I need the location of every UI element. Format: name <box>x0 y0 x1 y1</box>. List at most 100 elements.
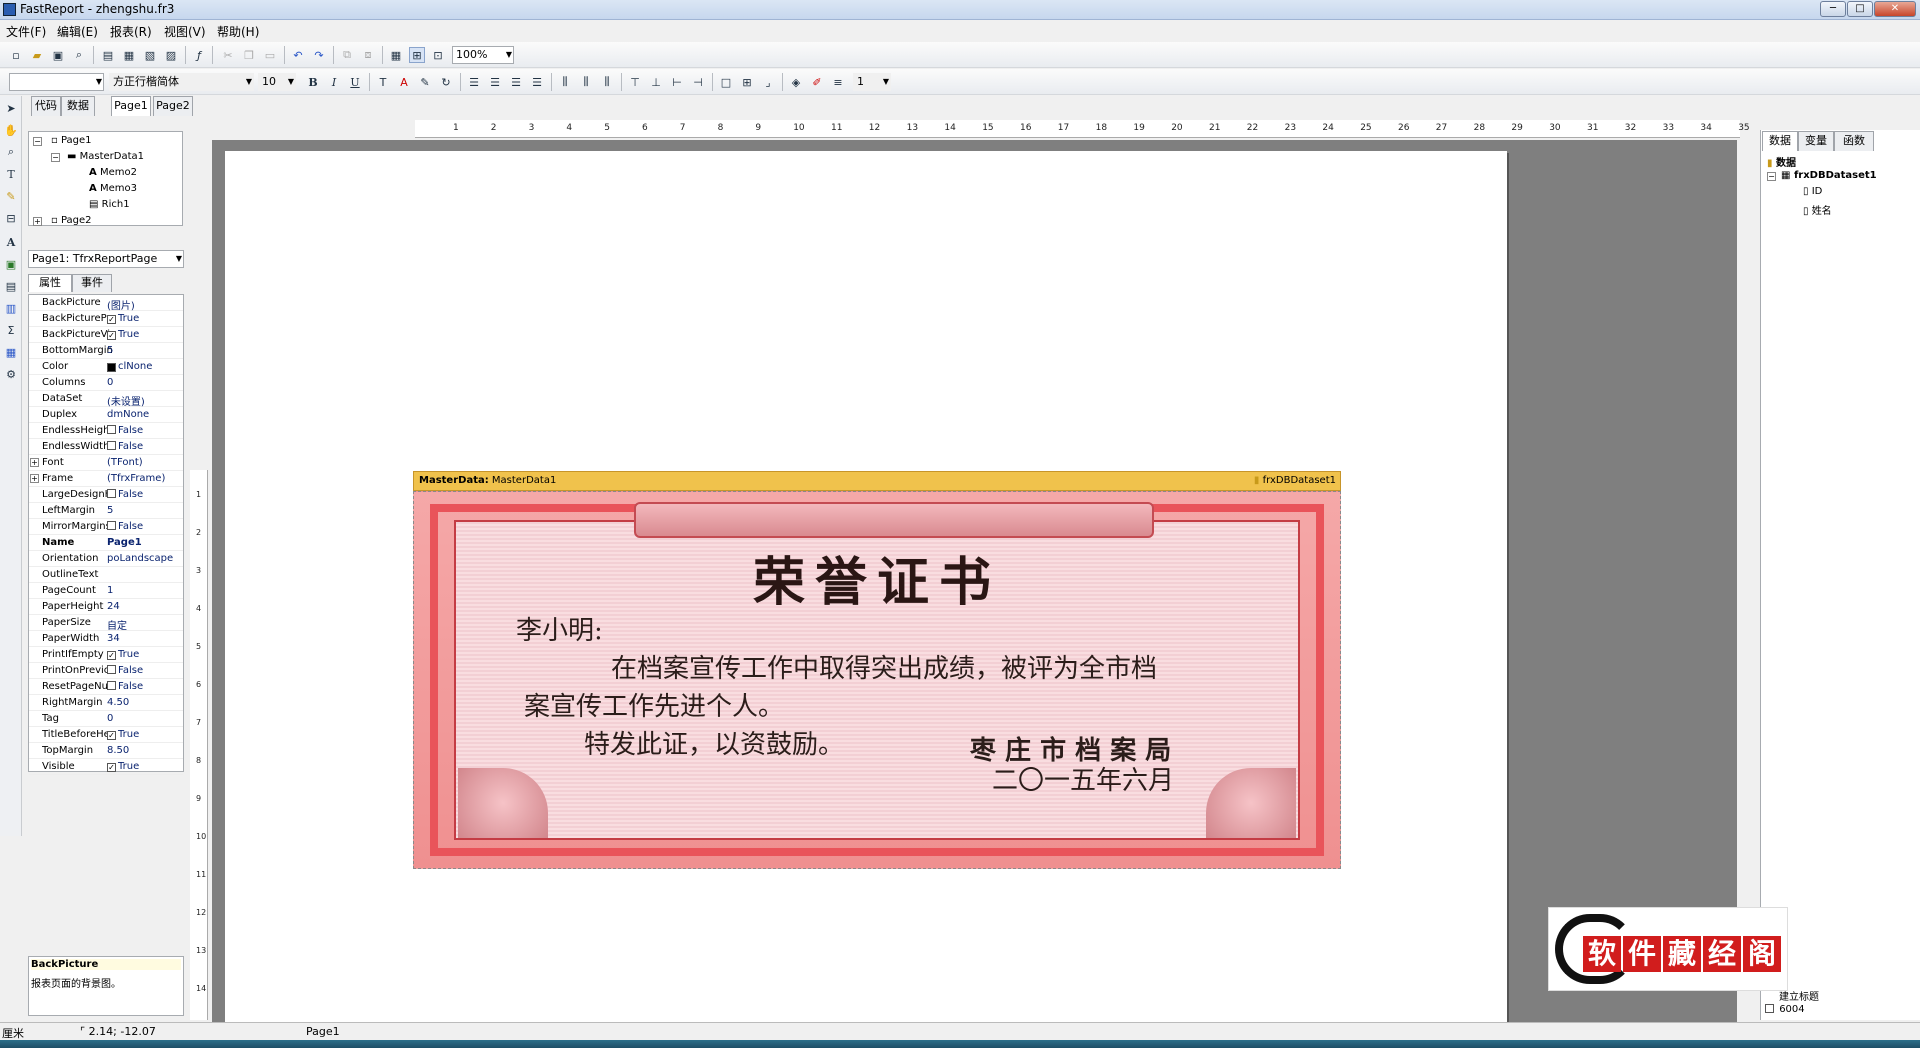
property-row[interactable]: LeftMargin 5 <box>29 503 183 519</box>
tree-node-memo3[interactable]: A Memo3 <box>89 183 137 194</box>
property-row[interactable]: EndlessHeigh False <box>29 423 183 439</box>
ungroup-icon[interactable]: ⧈ <box>360 47 376 63</box>
property-row[interactable]: LargeDesignH False <box>29 487 183 503</box>
certificate-title[interactable]: 荣誉证书 <box>414 540 1340 615</box>
property-row[interactable]: PrintIfEmpty ✓ True <box>29 647 183 663</box>
property-row[interactable]: BackPicturePr ✓ True <box>29 311 183 327</box>
property-row[interactable]: Columns 0 <box>29 375 183 391</box>
property-row[interactable]: TitleBeforeHe ✓ True <box>29 727 183 743</box>
frame-left-icon[interactable]: ⊢ <box>669 74 685 90</box>
more-tools-icon[interactable]: ⚙ <box>3 366 19 382</box>
shadow-icon[interactable]: ⌟ <box>760 74 776 90</box>
valign-center-icon[interactable]: ⫼ <box>578 74 594 90</box>
property-row[interactable]: TopMargin 8.50 <box>29 743 183 759</box>
expand-icon[interactable]: + <box>33 217 42 226</box>
minimize-button[interactable]: ─ <box>1820 1 1846 17</box>
expand-icon[interactable]: + <box>30 474 39 483</box>
open-icon[interactable]: ▰ <box>29 47 45 63</box>
option-value[interactable]: 6004 <box>1765 1004 1805 1015</box>
property-row[interactable]: Color ■ clNone <box>29 359 183 375</box>
property-row[interactable]: OutlineText <box>29 567 183 583</box>
property-row[interactable]: Duplex dmNone <box>29 407 183 423</box>
frame-style-icon[interactable]: ≡ <box>830 74 846 90</box>
property-row[interactable]: Orientation poLandscape <box>29 551 183 567</box>
frame-all-icon[interactable]: □ <box>718 74 734 90</box>
align-justify-icon[interactable]: ☰ <box>529 74 545 90</box>
style-select[interactable]: ▼ <box>9 73 104 91</box>
rich-body-line3[interactable]: 特发此证，以资鼓励。 <box>584 724 844 761</box>
close-button[interactable]: ✕ <box>1874 1 1916 17</box>
property-row[interactable]: + Frame (TfrxFrame) <box>29 471 183 487</box>
tab-page1[interactable]: Page1 <box>111 96 151 116</box>
frame-none-icon[interactable]: ⊞ <box>739 74 755 90</box>
tree-node-masterdata[interactable]: ▬ MasterData1 <box>67 151 144 162</box>
frame-bottom-icon[interactable]: ⊥ <box>648 74 664 90</box>
property-row[interactable]: PaperSize 自定 <box>29 615 183 632</box>
property-row[interactable]: BackPicture (图片) <box>29 295 183 312</box>
preview-icon[interactable]: ⌕ <box>71 47 87 63</box>
format-painter-icon[interactable]: ✎ <box>3 188 19 204</box>
data-root[interactable]: ▮ 数据 <box>1767 154 1796 169</box>
page-settings-icon[interactable]: ▨ <box>163 47 179 63</box>
undo-icon[interactable]: ↶ <box>290 47 306 63</box>
underline-button[interactable]: U <box>347 74 363 90</box>
field-node-name[interactable]: ▯ 姓名 <box>1803 202 1832 217</box>
dataset-node[interactable]: ▦ frxDBDataset1 <box>1781 170 1877 181</box>
align-center-icon[interactable]: ☰ <box>487 74 503 90</box>
fill-color-icon[interactable]: ◈ <box>788 74 804 90</box>
memo-recipient-name[interactable]: 李小明: <box>516 610 603 647</box>
font-color-icon[interactable]: A <box>396 74 412 90</box>
frame-color-icon[interactable]: ✐ <box>809 74 825 90</box>
italic-button[interactable]: I <box>326 74 342 90</box>
new-icon[interactable]: ▫ <box>8 47 24 63</box>
new-dialog-icon[interactable]: ▦ <box>121 47 137 63</box>
property-row[interactable]: Tag 0 <box>29 711 183 727</box>
property-row[interactable]: BackPictureVi ✓ True <box>29 327 183 343</box>
show-grid-icon[interactable]: ▦ <box>388 47 404 63</box>
property-row[interactable]: EndlessWidth False <box>29 439 183 455</box>
rich-body-line2[interactable]: 案宣传工作先进个人。 <box>524 686 784 723</box>
tree-node-memo2[interactable]: A Memo2 <box>89 167 137 178</box>
property-row[interactable]: RightMargin 4.50 <box>29 695 183 711</box>
tab-events[interactable]: 事件 <box>72 274 112 292</box>
maximize-button[interactable]: □ <box>1847 1 1873 17</box>
tab-data[interactable]: 数据 <box>61 96 95 116</box>
tab-data-tree[interactable]: 数据 <box>1762 131 1798 151</box>
tab-functions[interactable]: 函数 <box>1834 131 1874 151</box>
tab-page2[interactable]: Page2 <box>153 96 193 116</box>
tab-code[interactable]: 代码 <box>31 96 61 116</box>
field-node-id[interactable]: ▯ ID <box>1803 186 1822 197</box>
tab-properties[interactable]: 属性 <box>28 274 72 292</box>
save-icon[interactable]: ▣ <box>50 47 66 63</box>
cut-icon[interactable]: ✂ <box>220 47 236 63</box>
function-icon[interactable]: ƒ <box>191 47 207 63</box>
valign-top-icon[interactable]: ⫼ <box>557 74 573 90</box>
property-row[interactable]: PaperHeight 24 <box>29 599 183 615</box>
property-row[interactable]: ResetPageNu False <box>29 679 183 695</box>
font-name-select[interactable]: 方正行楷简体 ▼ <box>109 73 254 91</box>
frame-top-icon[interactable]: ⊤ <box>627 74 643 90</box>
delete-page-icon[interactable]: ▧ <box>142 47 158 63</box>
expand-icon[interactable]: + <box>30 458 39 467</box>
tree-node-page2[interactable]: ▫ Page2 <box>51 215 92 226</box>
collapse-icon[interactable]: − <box>51 153 60 162</box>
valign-bottom-icon[interactable]: ⫼ <box>599 74 615 90</box>
font-settings-icon[interactable]: T <box>375 74 391 90</box>
highlight-icon[interactable]: ✎ <box>417 74 433 90</box>
rich-body-line1[interactable]: 在档案宣传工作中取得突出成绩，被评为全市档 <box>611 648 1157 685</box>
font-size-select[interactable]: 10 ▼ <box>258 73 296 91</box>
property-row[interactable]: PaperWidth 34 <box>29 631 183 647</box>
property-row[interactable]: Name Page1 <box>29 535 183 551</box>
certificate-picture[interactable]: 荣誉证书 李小明: 在档案宣传工作中取得突出成绩，被评为全市档 案宣传工作先进个… <box>413 491 1341 869</box>
text-tool-icon[interactable]: T <box>3 166 19 182</box>
property-row[interactable]: Visible ✓ True <box>29 759 183 775</box>
menu-edit[interactable]: 编辑(E) <box>57 23 98 40</box>
menu-view[interactable]: 视图(V) <box>164 23 206 40</box>
align-grid-icon[interactable]: ⊞ <box>409 47 425 63</box>
object-select[interactable]: Page1: TfrxReportPage ▼ <box>28 250 184 268</box>
memo-issue-date[interactable]: 二〇一五年六月 <box>992 760 1174 797</box>
sum-tool-icon[interactable]: Σ <box>3 322 19 338</box>
select-tool-icon[interactable]: ➤ <box>3 100 19 116</box>
align-right-icon[interactable]: ☰ <box>508 74 524 90</box>
line-width-select[interactable]: 1 ▼ <box>853 73 891 91</box>
